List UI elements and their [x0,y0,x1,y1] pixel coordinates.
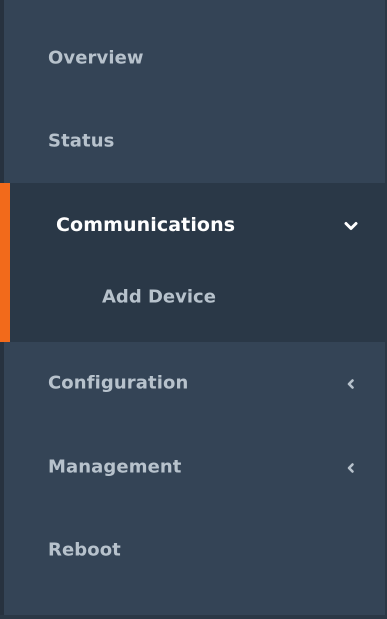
sidebar-nav: Overview Status Communications Add Devic… [0,0,387,619]
chevron-left-icon[interactable] [344,376,358,390]
sidebar-item-label: Management [48,456,182,478]
sidebar-item-label: Status [48,130,115,152]
sidebar-bottom-border [0,615,387,619]
sidebar-item-label: Reboot [48,539,121,561]
sidebar-item-communications[interactable]: Communications [0,183,387,267]
submenu-item-add-device[interactable]: Add Device [0,268,387,326]
sidebar-item-label: Overview [48,47,144,69]
sidebar-item-label: Communications [56,214,236,236]
submenu-item-label: Add Device [102,286,216,308]
sidebar-item-overview[interactable]: Overview [0,16,387,100]
sidebar-item-configuration[interactable]: Configuration [0,341,387,425]
chevron-left-icon[interactable] [344,460,358,474]
sidebar-item-label: Configuration [48,372,189,394]
sidebar-item-reboot[interactable]: Reboot [0,508,387,592]
chevron-down-icon[interactable] [344,218,358,232]
sidebar-item-status[interactable]: Status [0,99,387,183]
sidebar-item-management[interactable]: Management [0,425,387,509]
